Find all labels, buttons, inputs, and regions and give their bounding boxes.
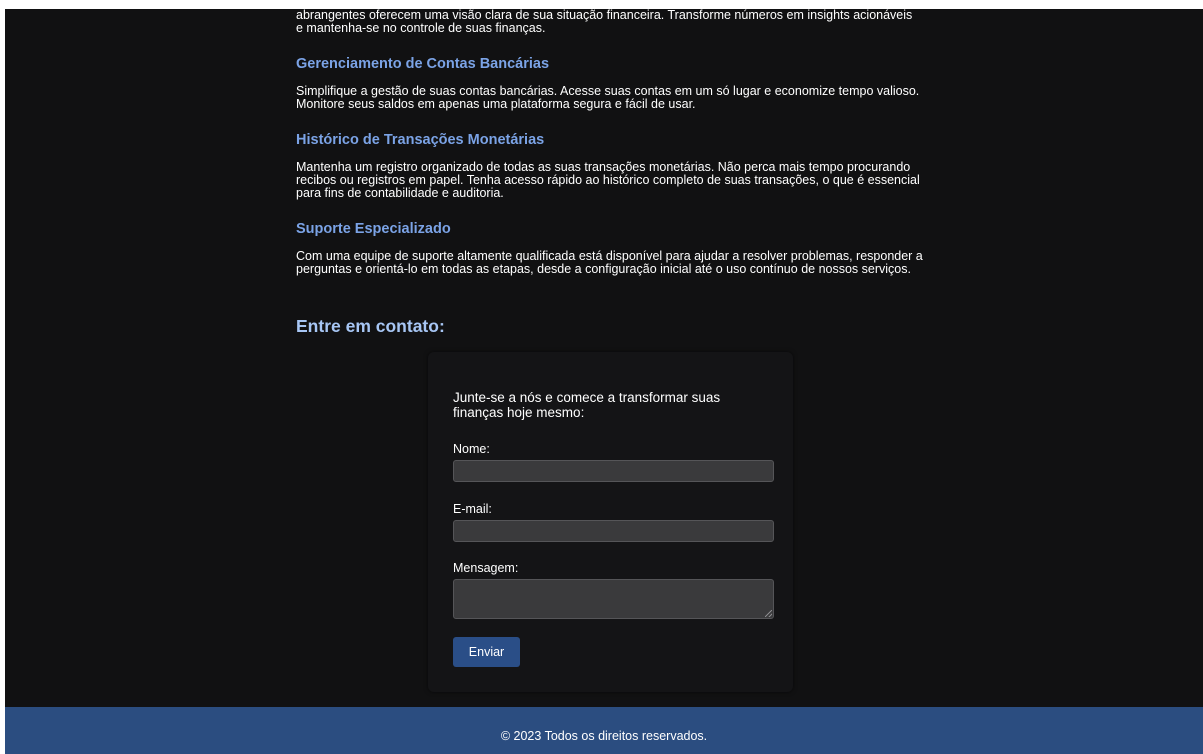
email-input[interactable] [453, 520, 774, 542]
feature-title-transaction-history: Histórico de Transações Monetárias [296, 132, 545, 148]
message-field-wrapper [428, 579, 793, 619]
form-intro-text: Junte-se a nós e comece a transformar su… [453, 390, 721, 420]
send-button[interactable]: Enviar [453, 637, 520, 667]
footer-copyright: © 2023 Todos os direitos reservados. [500, 728, 708, 743]
contact-form: Junte-se a nós e comece a transformar su… [428, 352, 793, 692]
feature-desc-bank-accounts: Simplifique a gestão de suas contas banc… [296, 84, 920, 111]
intro-line-2: e mantenha-se no controle de suas finanç… [296, 21, 546, 35]
feature-title-support: Suporte Especializado [296, 221, 451, 237]
feature-desc-support: Com uma equipe de suporte altamente qual… [296, 249, 923, 276]
page-footer: © 2023 Todos os direitos reservados. [5, 707, 1203, 754]
feature-desc-transaction-history: Mantenha um registro organizado de todas… [296, 160, 920, 200]
features-section: abrangentes oferecem uma visão clara de … [296, 9, 942, 276]
message-label: Mensagem: [453, 561, 519, 575]
name-input[interactable] [453, 460, 774, 482]
page-viewport: abrangentes oferecem uma visão clara de … [5, 9, 1203, 754]
message-textarea[interactable] [453, 579, 774, 619]
resize-grip-icon[interactable] [765, 610, 772, 617]
feature-title-bank-accounts: Gerenciamento de Contas Bancárias [296, 56, 550, 72]
name-label: Nome: [453, 442, 490, 456]
email-label: E-mail: [453, 502, 492, 516]
intro-paragraph-tail: abrangentes oferecem uma visão clara de … [296, 9, 942, 35]
contact-heading: Entre em contato: [296, 316, 445, 336]
